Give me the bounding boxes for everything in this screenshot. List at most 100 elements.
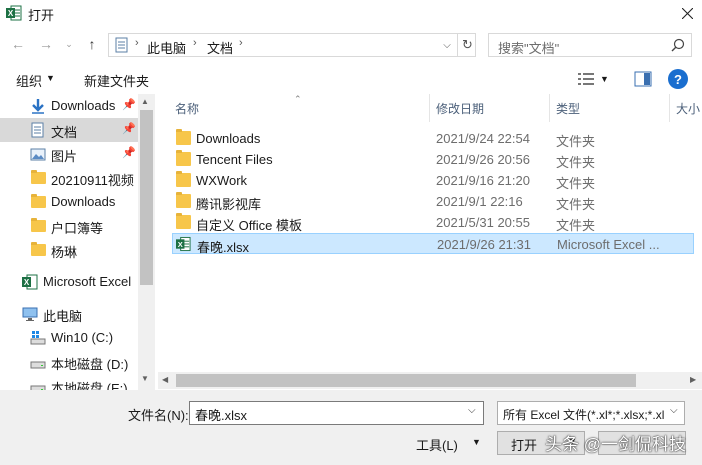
file-type-filter-value: 所有 Excel 文件(*.xl*;*.xlsx;*.xl <box>503 408 665 422</box>
folder-icon <box>176 171 191 187</box>
breadcrumb-this-pc[interactable]: 此电脑 <box>147 38 186 57</box>
file-row[interactable]: Downloads 2021/9/24 22:54 文件夹 <box>172 128 694 149</box>
sidebar-item-pictures[interactable]: 图片 📌 <box>0 142 138 166</box>
column-header-date[interactable]: 修改日期 <box>436 94 484 122</box>
sidebar-item-label: 杨琳 <box>51 245 78 260</box>
chevron-right-icon: › <box>193 37 197 49</box>
file-date: 2021/9/26 21:31 <box>437 237 531 252</box>
pin-icon: 📌 <box>122 147 136 159</box>
sidebar-item-folder[interactable]: 杨琳 <box>0 238 138 262</box>
sidebar-item-documents[interactable]: 文档 📌 <box>0 118 138 142</box>
document-location-icon <box>115 37 128 53</box>
svg-text:X: X <box>24 278 30 287</box>
sidebar-item-label: Downloads <box>51 194 116 209</box>
new-folder-button[interactable]: 新建文件夹 <box>84 71 149 90</box>
sidebar-item-label: 20210911视频 <box>51 173 134 188</box>
column-divider[interactable] <box>549 94 550 122</box>
sidebar-item-drive-c[interactable]: Win10 (C:) <box>0 326 138 350</box>
file-row[interactable]: 自定义 Office 模板 2021/5/31 20:55 文件夹 <box>172 212 694 233</box>
file-list: 名称 ⌃ 修改日期 类型 大小 Downloads 2021/9/24 22:5… <box>158 94 702 390</box>
sidebar-item-label: Win10 (C:) <box>51 330 114 345</box>
arrow-up-icon: ↑ <box>88 36 96 52</box>
sidebar-item-label: 文档 <box>51 125 78 140</box>
sidebar-item-label: 本地磁盘 (D:) <box>51 357 129 372</box>
address-bar[interactable]: › 此电脑 › 文档 › ⌵ ↻ <box>108 33 476 57</box>
chevron-right-icon: › <box>239 37 243 49</box>
chevron-down-icon: ⌵ <box>443 39 451 51</box>
scroll-up-icon[interactable]: ▲ <box>141 97 149 106</box>
drive-icon <box>30 385 46 390</box>
sidebar-item-folder[interactable]: 户口簿等 <box>0 214 138 238</box>
sidebar-item-excel[interactable]: X Microsoft Excel <box>0 270 138 294</box>
file-type: Microsoft Excel ... <box>557 237 660 252</box>
column-header-size[interactable]: 大小 <box>676 94 700 122</box>
file-name: Downloads <box>196 131 261 146</box>
horizontal-scroll-thumb[interactable] <box>176 374 636 387</box>
filename-input[interactable]: 春晚.xlsx <box>195 405 247 424</box>
breadcrumb-documents[interactable]: 文档 <box>207 38 233 57</box>
sidebar-item-drive-d[interactable]: 本地磁盘 (D:) <box>0 350 138 374</box>
file-name: Tencent Files <box>196 152 273 167</box>
sidebar-item-label: 此电脑 <box>43 309 83 324</box>
column-header-name[interactable]: 名称 <box>175 94 199 122</box>
help-icon: ? <box>674 71 682 87</box>
address-history-dropdown[interactable]: ⌵ <box>439 36 455 54</box>
excel-icon: X <box>176 236 191 252</box>
file-name: WXWork <box>196 173 248 188</box>
chevron-down-icon[interactable]: ⌵ <box>468 405 476 416</box>
file-type: 文件夹 <box>556 155 596 170</box>
refresh-button[interactable]: ↻ <box>457 34 477 56</box>
help-button[interactable]: ? <box>668 69 688 89</box>
file-name: 腾讯影视库 <box>196 197 262 212</box>
sidebar-item-label: 图片 <box>51 149 78 164</box>
filename-combobox[interactable]: 春晚.xlsx ⌵ <box>189 401 484 425</box>
folder-icon <box>31 218 46 232</box>
chevron-down-icon: ⌄ <box>65 38 73 49</box>
refresh-icon: ↻ <box>462 37 473 52</box>
column-header-type[interactable]: 类型 <box>556 94 580 122</box>
file-row[interactable]: WXWork 2021/9/16 21:20 文件夹 <box>172 170 694 191</box>
column-divider[interactable] <box>669 94 670 122</box>
sidebar-item-drive-e[interactable]: 本地磁盘 (E:) <box>0 374 138 390</box>
change-view-button[interactable]: ▼ <box>578 70 618 88</box>
navigation-pane: Downloads 📌 文档 📌 图片 📌 20210911视频 Downloa… <box>0 94 155 390</box>
search-input[interactable]: 搜索"文档" <box>498 38 559 57</box>
file-date: 2021/9/1 22:16 <box>436 194 523 209</box>
folder-icon <box>176 213 191 229</box>
scroll-down-icon[interactable]: ▼ <box>141 374 149 383</box>
filename-label: 文件名(N): <box>128 408 189 423</box>
up-button[interactable]: ↑ <box>82 34 102 54</box>
windows-drive-icon <box>30 331 46 345</box>
preview-pane-icon[interactable] <box>634 70 652 88</box>
sidebar-item-label: Downloads <box>51 98 116 113</box>
forward-button[interactable]: → <box>36 34 56 54</box>
scroll-right-icon[interactable]: ▶ <box>690 375 696 384</box>
title-bar: X 打开 <box>0 0 702 28</box>
scroll-left-icon[interactable]: ◀ <box>162 375 168 384</box>
sidebar-scroll-thumb[interactable] <box>140 110 153 285</box>
document-icon <box>31 122 44 138</box>
file-name: 自定义 Office 模板 <box>196 218 302 233</box>
close-button[interactable] <box>672 0 702 26</box>
back-button[interactable]: ← <box>8 34 28 54</box>
sidebar-item-folder[interactable]: 20210911视频 <box>0 166 138 190</box>
folder-icon <box>176 192 191 208</box>
organize-button[interactable]: 组织 <box>16 71 42 90</box>
column-divider[interactable] <box>429 94 430 122</box>
recent-locations-button[interactable]: ⌄ <box>62 34 76 54</box>
folder-icon <box>31 170 46 184</box>
sidebar-item-label: 户口簿等 <box>51 221 104 236</box>
file-type: 文件夹 <box>556 134 596 149</box>
sidebar-item-folder[interactable]: Downloads <box>0 190 138 214</box>
file-row[interactable]: Tencent Files 2021/9/26 20:56 文件夹 <box>172 149 694 170</box>
file-type-filter[interactable]: 所有 Excel 文件(*.xl*;*.xlsx;*.xl ⌵ <box>497 401 685 425</box>
file-row-selected[interactable]: X 春晚.xlsx 2021/9/26 21:31 Microsoft Exce… <box>172 233 694 255</box>
open-button-label: 打开 <box>511 438 538 453</box>
file-date: 2021/9/26 20:56 <box>436 152 530 167</box>
tools-button[interactable]: 工具(L) <box>416 435 458 454</box>
search-box[interactable]: 搜索"文档" <box>488 33 692 57</box>
folder-icon <box>176 129 191 145</box>
sidebar-item-this-pc[interactable]: 此电脑 <box>0 302 138 326</box>
sidebar-item-downloads-pinned[interactable]: Downloads 📌 <box>0 94 138 118</box>
file-row[interactable]: 腾讯影视库 2021/9/1 22:16 文件夹 <box>172 191 694 212</box>
